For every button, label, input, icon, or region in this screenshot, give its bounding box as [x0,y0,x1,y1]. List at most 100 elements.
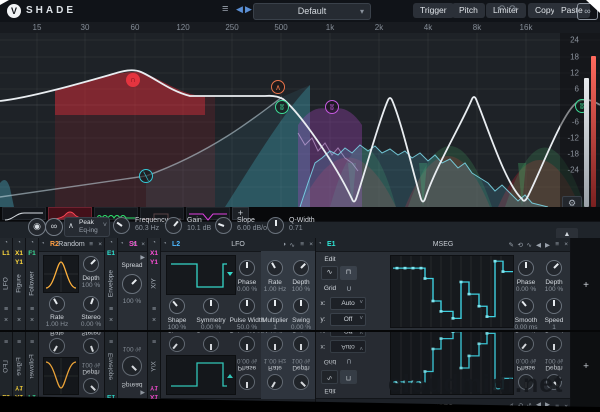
mod-strip-follower[interactable]: ◔ F1 Follower ≡ × [26,238,38,330]
menu-icon[interactable]: ≡ [555,241,559,248]
band-power-icon[interactable]: ◉ [28,218,46,236]
gain-knob[interactable] [165,217,182,234]
mseg-smooth-knob[interactable] [518,298,534,314]
slope-knob[interactable] [215,217,232,234]
lfo-phase-knob[interactable] [239,260,255,276]
freq-tick: 500 [274,23,288,32]
menu-icon[interactable]: ≡ [105,306,117,313]
qwidth-knob[interactable] [267,217,284,234]
mod-strip-figure[interactable]: ◔ X1 Y1 Figure ≡ × [13,238,25,330]
random-rate-knob[interactable] [49,296,65,312]
menu-icon[interactable]: ≡ [132,241,136,248]
power-icon[interactable]: ◔ [26,240,38,246]
band-node-comb-purple[interactable]: ʬ [325,100,339,114]
close-icon[interactable]: × [141,241,145,248]
step-mode-icon[interactable]: ⊓ [340,266,357,280]
snap-magnet-icon[interactable]: ∪ [346,284,352,293]
lfo-multiplier-knob[interactable] [267,298,283,314]
close-icon[interactable]: × [309,241,313,248]
random-stereo-knob[interactable] [83,296,99,312]
spread-knob[interactable] [122,274,142,294]
random-waveform-display[interactable] [43,255,79,293]
mseg-phase-knob[interactable] [518,260,534,276]
menu-icon[interactable]: ≡ [26,306,38,313]
pitch-button[interactable]: Pitch [452,3,485,18]
frequency-knob[interactable] [113,217,130,234]
modulator-row: ◔ L1 LFO ≡ × ◔ X1 Y1 Figure ≡ × ◔ F1 Fol… [0,238,600,331]
mod-strip-xy[interactable]: ◔ X1 Y1 X/Y ≡ × [148,238,160,330]
curve-icon[interactable]: ∿ [527,241,532,249]
band-node-notch[interactable]: ∧ [271,80,285,94]
frequency-scale: 15 30 60 120 250 500 1k 2k 4k 8k 16k [0,22,600,33]
menu-icon[interactable]: ≡ [13,306,25,313]
add-modulator-button[interactable]: + [580,280,592,292]
preset-menu-icon[interactable]: ≡ [222,3,228,15]
prev-arrow-icon[interactable]: ◀ [536,241,541,249]
x-grid-select[interactable]: Auto ˅ [330,297,366,310]
band-node-lowpass[interactable]: ╲ [139,169,153,183]
limiter-button[interactable]: Limiter [486,3,526,18]
mod-strip-envelope[interactable]: ◔ E1 Envelope ≡ × [105,238,117,330]
close-icon[interactable]: × [26,317,38,324]
close-icon[interactable]: × [105,317,117,324]
redo-icon[interactable]: ↷ [509,4,517,15]
menu-icon[interactable]: ≡ [300,241,304,248]
preset-next-icon[interactable]: ▶ [245,4,252,15]
lfo-shape-knob[interactable] [169,298,185,314]
swing-label: Swing [292,317,310,324]
eq-settings-gear-icon[interactable]: ⚙ [562,196,582,207]
close-icon[interactable]: × [98,241,102,248]
db-tick: 12 [570,68,579,78]
band-node-peak[interactable]: ∩ [126,73,140,87]
band-node-comb-green[interactable]: ʬ [275,100,289,114]
line-mode-icon[interactable]: ∿ [321,266,338,280]
phase-label: Phase [516,279,536,286]
expand-right-icon[interactable]: ▶ [140,254,145,261]
menu-icon[interactable]: ≡ [89,241,93,248]
y-grid-select[interactable]: Off ˅ [330,313,366,326]
grid-label: Grid [323,285,337,292]
edit-pencil-icon[interactable]: ✎ [509,241,514,249]
loop-icon[interactable]: ⟲ [518,241,523,249]
mod-name: X/Y [150,278,158,289]
chevron-down-icon: ˅ [102,222,107,229]
power-icon[interactable]: ◔ [148,240,160,246]
lfo-pulsewidth-knob[interactable] [239,298,255,314]
menu-icon[interactable]: ≡ [0,306,12,313]
power-icon[interactable]: ◔ [120,241,124,247]
mod-strip-lfo[interactable]: ◔ L1 LFO ≡ × [0,238,12,330]
filter-shape-selector[interactable]: ∧ Peak Eq-ing ˅ [64,217,110,237]
power-icon[interactable]: ◔ [0,240,12,246]
ab-compare-icon[interactable]: ∞ [577,3,598,20]
gain-value: 10.1 dB [187,225,212,232]
lfo-swing-knob[interactable] [293,298,309,314]
frequency-label: Frequency [135,217,169,224]
phase-invert-icon[interactable]: ◑ [282,241,286,248]
preset-selector[interactable]: Default ▾ [253,3,371,20]
undo-icon[interactable]: ↶ [497,4,505,15]
close-icon[interactable]: × [564,241,568,248]
eq-display[interactable]: 24 18 12 6 -6 -12 -18 -24 ∩ ∧ ʬ ╲ ʬ ʬ ⚙ [0,33,600,207]
trigger-button[interactable]: Trigger [413,3,454,18]
mseg-depth-knob[interactable] [546,260,562,276]
random-depth-knob[interactable] [83,256,99,272]
curve-icon[interactable]: ∿ [290,241,295,249]
stereo-label: Stereo [81,314,101,321]
lfo-rate-knob[interactable] [267,260,283,276]
power-icon[interactable]: ◔ [105,240,117,246]
power-icon[interactable]: ◔ [13,240,25,246]
close-icon[interactable]: × [13,317,25,324]
db-tick: 6 [574,84,579,94]
band-stereo-icon[interactable]: ∞ [45,218,63,236]
close-icon[interactable]: × [148,317,160,324]
next-arrow-icon[interactable]: ▶ [545,241,550,249]
db-tick: -24 [567,165,579,175]
preset-prev-icon[interactable]: ◀ [236,4,243,15]
mseg-speed-knob[interactable] [546,298,562,314]
menu-icon[interactable]: ≡ [148,306,160,313]
lfo-symmetry-knob[interactable] [203,298,219,314]
lfo-depth-knob[interactable] [293,260,309,276]
close-icon[interactable]: × [0,317,12,324]
lfo-waveform-display[interactable] [166,255,236,295]
mseg-display[interactable] [390,255,514,328]
